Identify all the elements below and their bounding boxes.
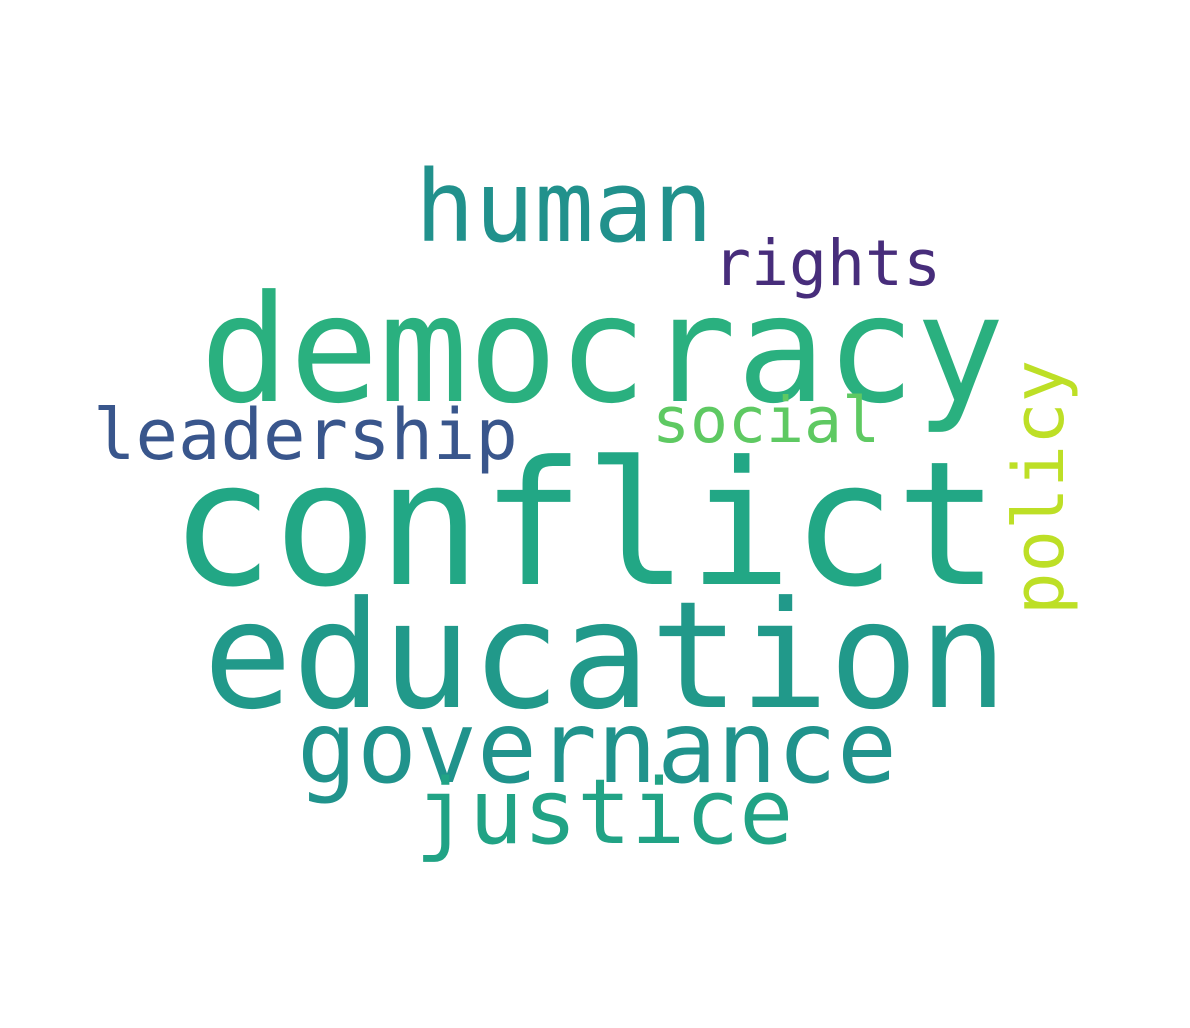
word-cloud: conflict education democracy governance …	[0, 0, 1190, 1028]
word-social: social	[652, 383, 881, 457]
word-policy: policy	[997, 359, 1080, 615]
word-leadership: leadership	[93, 392, 518, 476]
word-human: human	[415, 150, 714, 265]
word-rights: rights	[713, 225, 942, 300]
word-justice: justice	[415, 761, 794, 865]
